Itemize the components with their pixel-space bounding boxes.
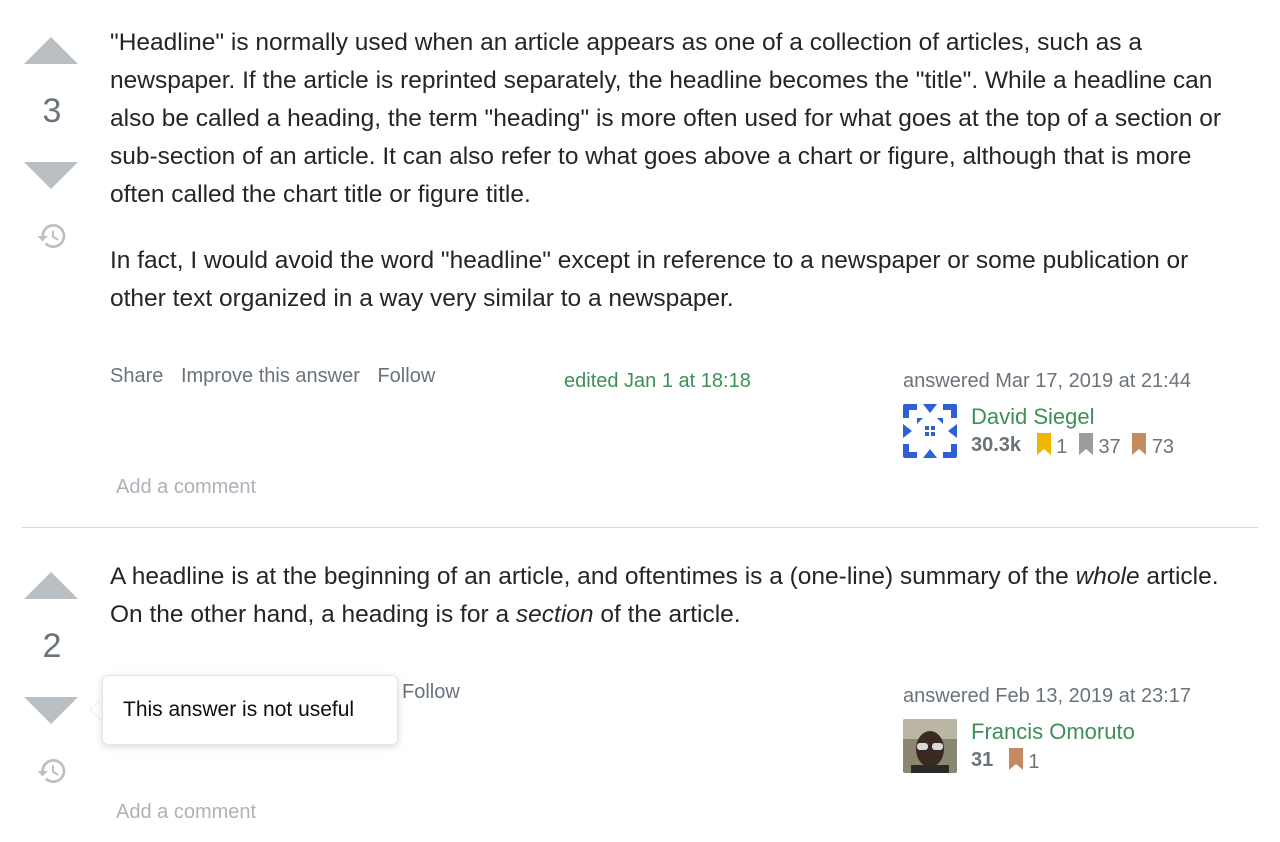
user-name-link[interactable]: Francis Omoruto	[971, 719, 1135, 745]
improve-answer-link[interactable]: Improve this answer	[181, 365, 360, 387]
downvote-button[interactable]	[24, 162, 78, 189]
answer-body: "Headline" is normally used when an arti…	[110, 24, 1230, 346]
edited-link[interactable]: edited Jan 1 at 18:18	[564, 370, 751, 393]
answer-body: A headline is at the beginning of an art…	[110, 558, 1230, 662]
user-name-link[interactable]: David Siegel	[971, 404, 1095, 430]
post-menu: Share Improve this answer Follow	[110, 365, 447, 388]
post-menu: Follow	[402, 681, 472, 704]
bronze-badge: 73	[1132, 433, 1174, 459]
history-icon[interactable]	[36, 220, 68, 252]
add-comment-link[interactable]: Add a comment	[116, 476, 256, 499]
bronze-badge: 1	[1008, 748, 1040, 774]
vote-count: 3	[42, 92, 62, 130]
upvote-button[interactable]	[24, 37, 78, 64]
add-comment-link[interactable]: Add a comment	[116, 801, 256, 824]
silver-badge-icon	[1078, 433, 1093, 455]
gold-badge: 1	[1036, 433, 1068, 459]
answer-paragraph: A headline is at the beginning of an art…	[110, 558, 1230, 634]
downvote-button[interactable]	[24, 697, 78, 724]
avatar[interactable]	[903, 404, 957, 458]
answer-paragraph: "Headline" is normally used when an arti…	[110, 29, 1222, 208]
tooltip-arrow	[90, 700, 102, 720]
user-card: answered Mar 17, 2019 at 21:44 David Sie…	[903, 370, 1233, 458]
answered-timestamp: answered Feb 13, 2019 at 23:17	[903, 685, 1191, 707]
answer-text: A headline is at the beginning of an art…	[110, 563, 1076, 590]
user-flair: 30.3k 1 37 73	[971, 433, 1174, 459]
reputation-score: 30.3k	[971, 434, 1022, 457]
bronze-badge-icon	[1132, 433, 1147, 455]
silver-badge-count: 37	[1098, 436, 1121, 458]
follow-link[interactable]: Follow	[377, 365, 435, 387]
upvote-button[interactable]	[24, 572, 78, 599]
history-icon[interactable]	[36, 755, 68, 787]
user-flair: 31 1	[971, 748, 1040, 774]
answered-timestamp: answered Mar 17, 2019 at 21:44	[903, 370, 1191, 392]
user-card: answered Feb 13, 2019 at 23:17 Francis O…	[903, 685, 1233, 773]
reputation-score: 31	[971, 749, 994, 772]
bronze-badge-icon	[1008, 748, 1023, 770]
follow-link[interactable]: Follow	[402, 681, 460, 703]
vote-count: 2	[42, 627, 62, 665]
bronze-badge-count: 1	[1028, 751, 1040, 773]
silver-badge: 37	[1078, 433, 1121, 459]
share-link[interactable]: Share	[110, 365, 163, 387]
answer-post: 3 "Headline" is normally used when an ar…	[0, 0, 1280, 528]
bronze-badge-count: 73	[1151, 436, 1175, 458]
answer-paragraph: In fact, I would avoid the word "headlin…	[110, 247, 1189, 312]
emphasis-text: section	[515, 601, 594, 628]
downvote-tooltip: This answer is not useful	[102, 675, 398, 745]
answer-text: of the article.	[593, 601, 741, 628]
gold-badge-icon	[1036, 433, 1051, 455]
avatar[interactable]	[903, 719, 957, 773]
gold-badge-count: 1	[1056, 436, 1068, 458]
emphasis-text: whole	[1075, 563, 1140, 590]
